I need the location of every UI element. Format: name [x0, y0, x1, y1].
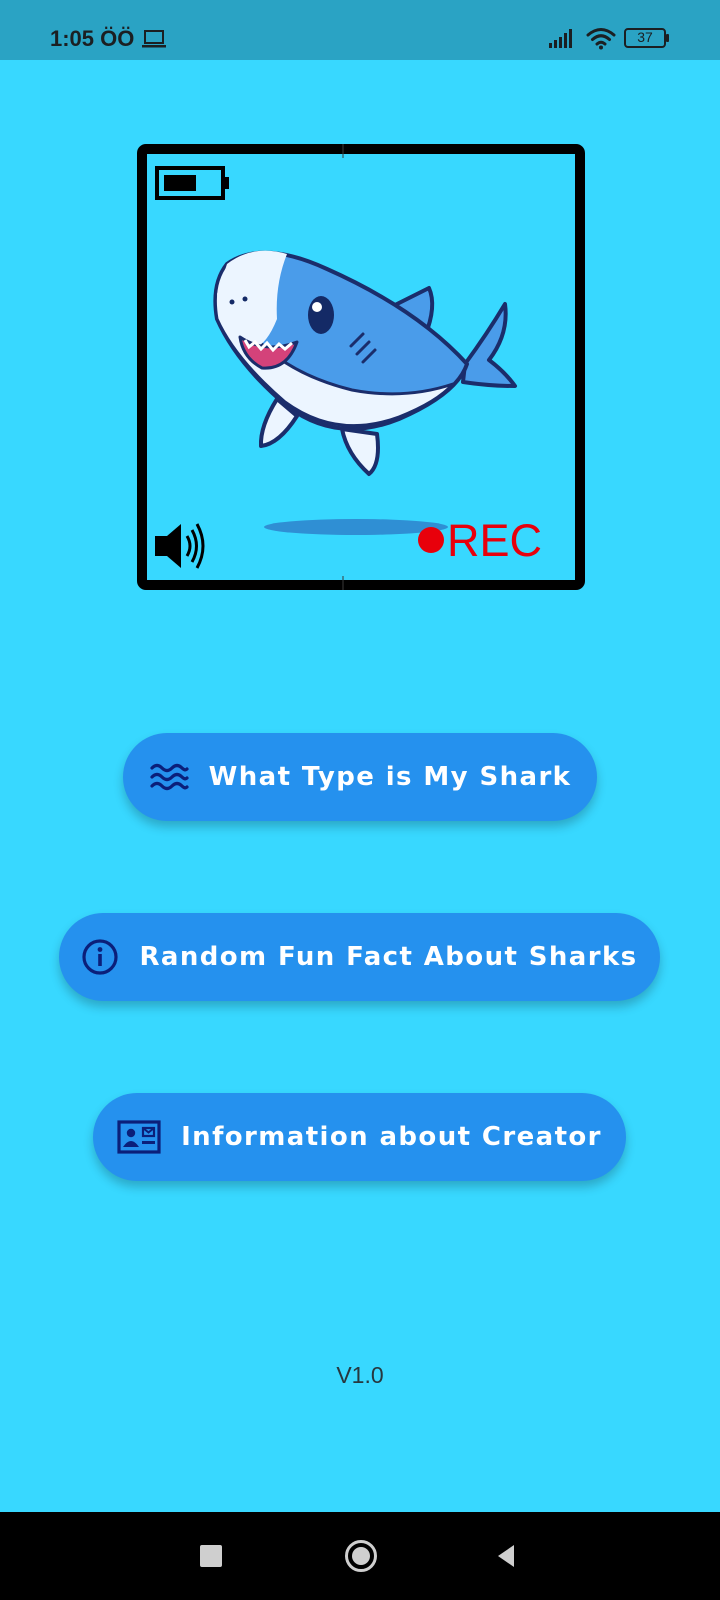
info-icon — [81, 938, 119, 976]
rec-label: REC — [447, 515, 542, 566]
version-label: V1.0 — [336, 1362, 384, 1388]
camera-frame: REC — [137, 144, 585, 590]
fun-fact-label: Random Fun Fact About Sharks — [139, 942, 638, 972]
recent-apps-button[interactable] — [200, 1545, 222, 1567]
wifi-icon — [586, 28, 616, 50]
waves-icon — [149, 761, 189, 793]
battery-level: 37 — [637, 29, 653, 45]
creator-info-button[interactable]: Information about Creator — [93, 1093, 626, 1181]
contact-card-icon — [117, 1120, 161, 1154]
what-type-label: What Type is My Shark — [208, 762, 572, 792]
what-type-button[interactable]: What Type is My Shark — [123, 733, 597, 821]
status-time: 1:05 ÖÖ — [50, 26, 135, 51]
battery-icon: 37 — [624, 28, 670, 50]
record-dot-icon — [418, 527, 444, 553]
home-button[interactable] — [345, 1540, 377, 1572]
status-bar: 1:05 ÖÖ 37 — [0, 0, 720, 60]
fun-fact-button[interactable]: Random Fun Fact About Sharks — [59, 913, 660, 1001]
signal-icon — [549, 29, 572, 48]
creator-info-label: Information about Creator — [181, 1122, 602, 1152]
laptop-icon — [142, 30, 166, 48]
back-button[interactable] — [494, 1543, 518, 1569]
